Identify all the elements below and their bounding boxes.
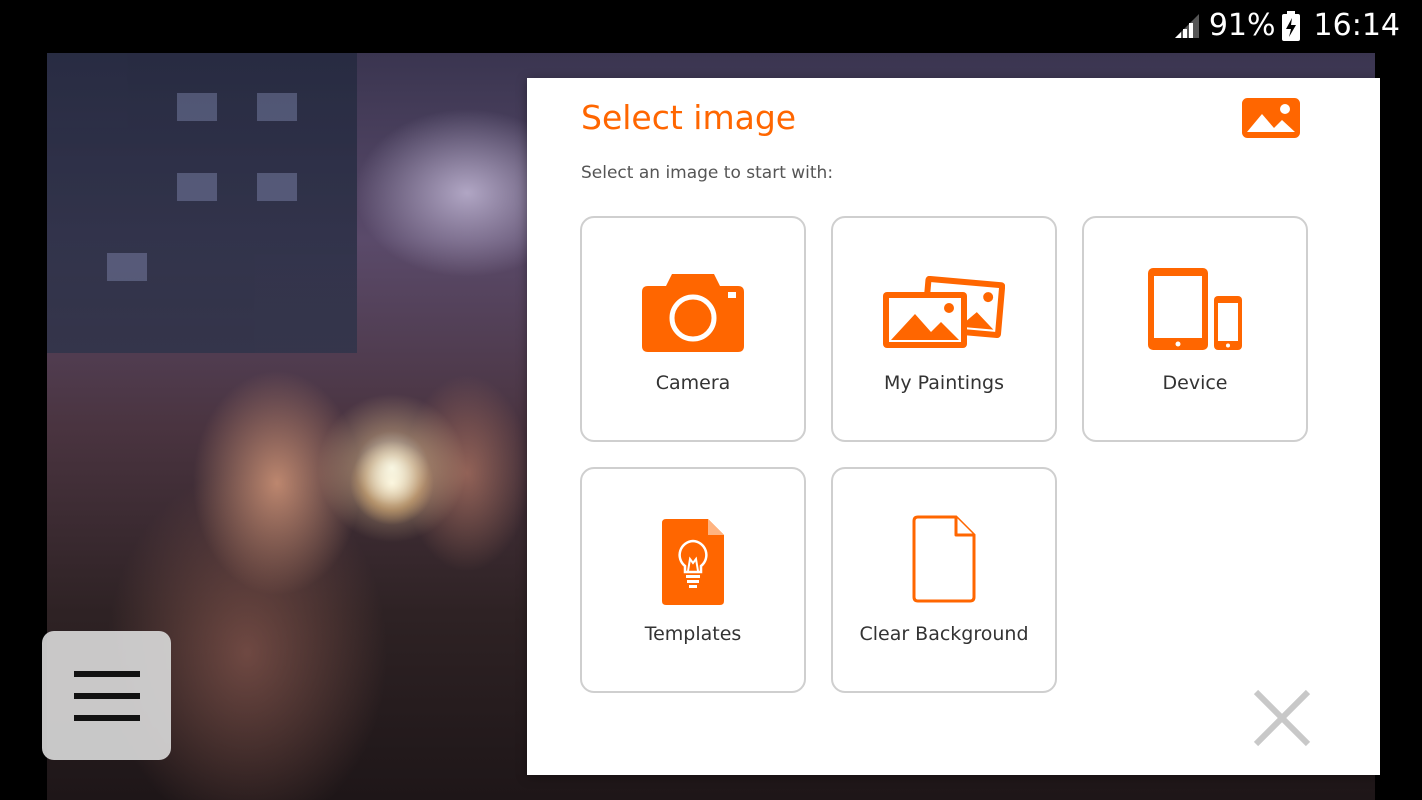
- tablet-phone-icon: [1148, 268, 1242, 350]
- image-icon: [1242, 98, 1300, 138]
- device-tile[interactable]: Device: [1082, 216, 1308, 442]
- battery-percent: 91%: [1208, 8, 1276, 43]
- templates-tile[interactable]: Templates: [580, 467, 806, 693]
- close-icon[interactable]: [1251, 687, 1313, 749]
- blank-document-icon: [912, 515, 976, 603]
- background-building: [47, 53, 357, 353]
- camera-icon: [642, 274, 744, 352]
- clock: 16:14: [1313, 8, 1400, 43]
- camera-label: Camera: [655, 372, 731, 394]
- dialog-title: Select image: [581, 98, 797, 137]
- clear-background-tile[interactable]: Clear Background: [831, 467, 1057, 693]
- menu-button[interactable]: [42, 631, 171, 760]
- signal-icon: [1174, 14, 1199, 38]
- my-paintings-label: My Paintings: [884, 372, 1004, 394]
- status-indicators: 91% 16:14: [1173, 8, 1400, 44]
- status-bar: 91% 16:14: [0, 0, 1422, 52]
- lightbulb-document-icon: [662, 519, 724, 605]
- camera-tile[interactable]: Camera: [580, 216, 806, 442]
- sparkler-glow: [317, 393, 467, 543]
- clear-background-label: Clear Background: [859, 623, 1029, 645]
- battery-charging-icon: [1281, 11, 1300, 41]
- dialog-subtitle: Select an image to start with:: [581, 163, 834, 183]
- device-label: Device: [1162, 372, 1228, 394]
- gallery-icon: [883, 276, 1005, 348]
- my-paintings-tile[interactable]: My Paintings: [831, 216, 1057, 442]
- select-image-dialog: Select image Select an image to start wi…: [527, 78, 1380, 775]
- templates-label: Templates: [644, 623, 742, 645]
